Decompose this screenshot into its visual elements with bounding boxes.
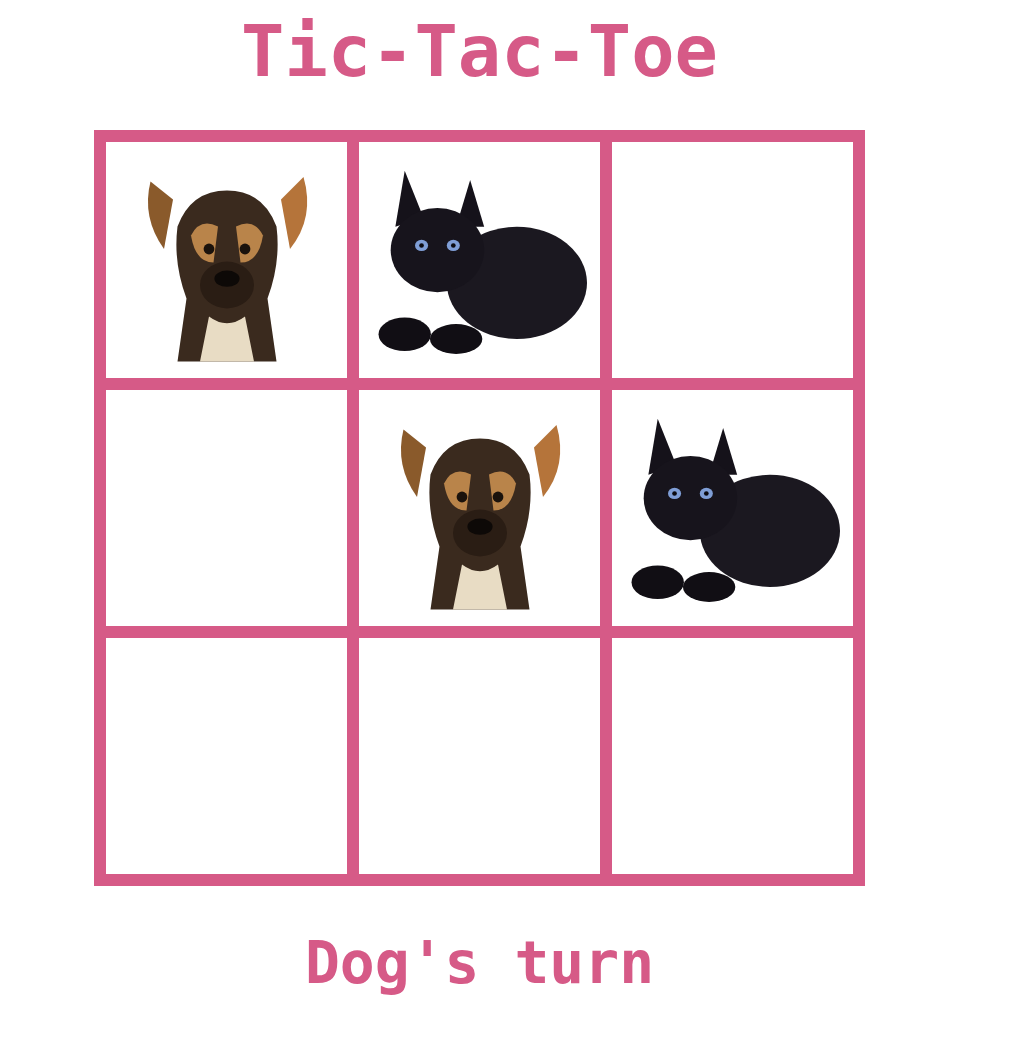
board-cell[interactable] — [359, 638, 600, 874]
dog-icon — [127, 145, 327, 375]
board-cell[interactable] — [359, 390, 600, 626]
turn-status: Dog's turn — [305, 932, 654, 996]
board-cell[interactable] — [612, 638, 853, 874]
board-cell[interactable] — [106, 390, 347, 626]
game-title: Tic-Tac-Toe — [241, 0, 718, 90]
cat-icon — [618, 395, 848, 620]
cat-icon — [365, 147, 595, 372]
dog-icon — [380, 393, 580, 623]
board-cell[interactable] — [106, 142, 347, 378]
game-board — [94, 130, 865, 886]
board-cell[interactable] — [612, 390, 853, 626]
board-cell[interactable] — [612, 142, 853, 378]
board-cell[interactable] — [359, 142, 600, 378]
board-cell[interactable] — [106, 638, 347, 874]
